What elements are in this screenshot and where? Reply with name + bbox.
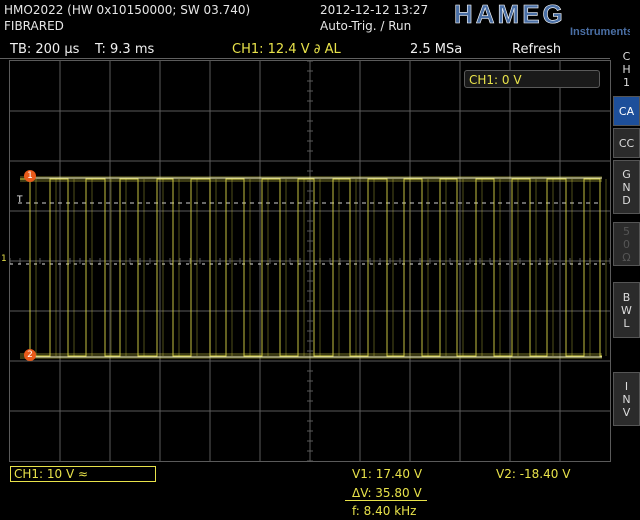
- acquire-mode[interactable]: Refresh: [512, 42, 561, 57]
- ch1-waveform: [20, 178, 602, 357]
- menu-title: C H 1: [613, 50, 640, 89]
- cursor1-marker[interactable]: 1: [24, 170, 36, 182]
- cursor-v1: V1: 17.40 V: [352, 467, 423, 481]
- logo-brand: HAMEG: [454, 1, 566, 29]
- hameg-logo: HAMEG Instruments: [454, 1, 630, 38]
- measure-divider: [345, 500, 427, 501]
- cc-button[interactable]: CC: [613, 128, 640, 158]
- ca-button[interactable]: CA: [613, 96, 640, 126]
- device-label: FIBRARED: [4, 19, 64, 33]
- fifty-ohm-button[interactable]: 50Ω: [613, 222, 640, 266]
- cursor2-marker[interactable]: 2: [24, 349, 36, 361]
- status-bar: TB: 200 µs T: 9.3 ms CH1: 12.4 V ∂ AL 2.…: [0, 40, 610, 59]
- cursor-v2: V2: -18.40 V: [496, 467, 571, 481]
- ch1-offset-badge[interactable]: CH1: 0 V: [464, 70, 600, 88]
- bwl-button[interactable]: BWL: [613, 282, 640, 338]
- run-mode: Auto-Trig. / Run: [320, 19, 412, 33]
- channel-marker[interactable]: 1: [1, 254, 7, 264]
- inv-label: INV: [622, 379, 631, 419]
- trigger-setting[interactable]: CH1: 12.4 V ∂ AL: [232, 42, 341, 57]
- inv-button[interactable]: INV: [613, 372, 640, 426]
- gnd-label: GND: [622, 167, 631, 207]
- trigger-time[interactable]: T: 9.3 ms: [95, 42, 154, 57]
- ch1-scale[interactable]: CH1: 10 V ≈: [10, 466, 156, 482]
- frequency: f: 8.40 kHz: [352, 504, 417, 518]
- menu-title-c: C: [622, 50, 631, 63]
- timebase[interactable]: TB: 200 µs: [10, 42, 79, 57]
- menu-title-h: H: [622, 63, 631, 76]
- gnd-button[interactable]: GND: [613, 160, 640, 214]
- high-level-band: [20, 176, 602, 182]
- waveform-display[interactable]: [9, 60, 611, 462]
- low-level-band: [20, 353, 602, 359]
- bwl-label: BWL: [621, 290, 632, 330]
- menu-title-1: 1: [623, 76, 630, 89]
- trigger-level-marker[interactable]: T: [17, 195, 23, 205]
- logo-sub: Instruments: [570, 26, 630, 38]
- device-model: HMO2022 (HW 0x10150000; SW 03.740): [4, 3, 251, 17]
- datetime: 2012-12-12 13:27: [320, 3, 429, 17]
- fifty-ohm-label: 50Ω: [622, 224, 631, 264]
- delta-v: ΔV: 35.80 V: [352, 486, 422, 500]
- ch1-menu: C H 1 CA CC GND 50Ω BWL INV: [613, 40, 640, 520]
- sample-rate: 2.5 MSa: [410, 42, 463, 57]
